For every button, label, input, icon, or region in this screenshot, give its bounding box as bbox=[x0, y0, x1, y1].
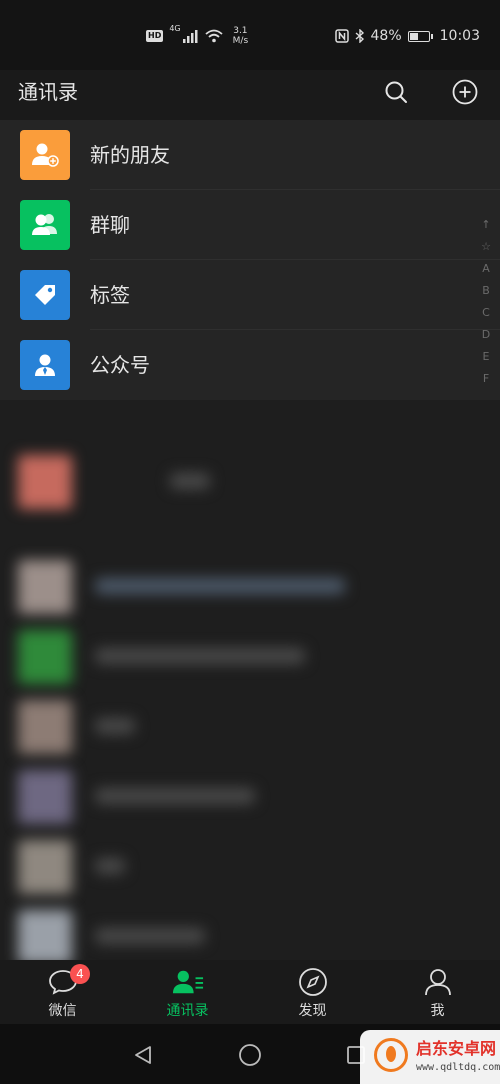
list-item-text bbox=[95, 788, 255, 804]
list-item bbox=[0, 445, 500, 515]
tab-me-icon-wrap bbox=[422, 966, 454, 998]
menu-tile-official-accounts bbox=[20, 340, 70, 390]
wifi-icon bbox=[205, 29, 223, 43]
clock: 10:03 bbox=[439, 28, 480, 44]
person-icon bbox=[425, 969, 451, 996]
menu-label-tags: 标签 bbox=[90, 283, 130, 307]
list-item-text bbox=[170, 473, 210, 489]
list-item bbox=[0, 760, 500, 830]
signal-icon bbox=[182, 29, 198, 43]
avatar bbox=[18, 455, 72, 509]
group-chat-icon bbox=[32, 214, 57, 235]
back-button[interactable] bbox=[130, 1042, 156, 1068]
list-item-text bbox=[95, 578, 345, 594]
alphabet-index-bar[interactable]: ↑ ☆ A B C D E F bbox=[478, 214, 494, 390]
avatar bbox=[18, 700, 72, 754]
header: 通讯录 bbox=[0, 70, 500, 120]
list-item bbox=[0, 620, 500, 690]
add-friend-icon bbox=[32, 143, 59, 167]
status-bar: HD 4G 3.1 M/s 48% 10:03 bbox=[0, 0, 500, 70]
tab-discover-label: 发现 bbox=[298, 1003, 327, 1019]
list-item-text bbox=[95, 718, 135, 734]
status-left: HD 4G 3.1 M/s bbox=[146, 24, 248, 48]
speed-unit: M/s bbox=[232, 36, 249, 46]
tag-icon bbox=[35, 285, 55, 305]
search-icon bbox=[385, 81, 407, 103]
speed-value: 3.1 bbox=[233, 26, 248, 36]
bluetooth-icon bbox=[355, 29, 364, 43]
tab-contacts-label: 通讯录 bbox=[166, 1003, 209, 1019]
index-letter[interactable]: A bbox=[482, 258, 490, 280]
battery-icon bbox=[407, 30, 433, 42]
menu-tile-new-friends bbox=[20, 130, 70, 180]
compass-icon bbox=[299, 968, 327, 996]
avatar bbox=[18, 840, 72, 894]
menu-label-official-accounts: 公众号 bbox=[90, 353, 150, 377]
menu-item-new-friends[interactable]: 新的朋友 bbox=[0, 120, 500, 190]
tab-me-label: 我 bbox=[430, 1003, 445, 1019]
home-circle-icon bbox=[239, 1044, 261, 1066]
avatar bbox=[18, 560, 72, 614]
add-button[interactable] bbox=[449, 76, 481, 108]
index-letter[interactable]: ↑ bbox=[481, 214, 490, 236]
list-item bbox=[0, 550, 500, 620]
unread-badge: 4 bbox=[70, 964, 90, 984]
plus-circle-icon bbox=[452, 79, 478, 105]
list-item-text bbox=[95, 858, 125, 874]
tab-me[interactable]: 我 bbox=[375, 960, 500, 1024]
list-item bbox=[0, 830, 500, 900]
list-item-text bbox=[95, 648, 305, 664]
list-item-text bbox=[95, 928, 205, 944]
official-account-icon bbox=[35, 354, 55, 376]
index-letter[interactable]: B bbox=[482, 280, 490, 302]
menu-item-tags[interactable]: 标签 bbox=[0, 260, 500, 330]
battery-fill bbox=[409, 32, 418, 40]
search-button[interactable] bbox=[380, 76, 412, 108]
watermark-name: 启东安卓网 bbox=[416, 1039, 497, 1058]
tab-discover-icon-wrap bbox=[297, 966, 329, 998]
menu-item-official-accounts[interactable]: 公众号 bbox=[0, 330, 500, 400]
tab-contacts[interactable]: 通讯录 bbox=[125, 960, 250, 1024]
battery-percent: 48% bbox=[370, 28, 402, 44]
network-type: 4G bbox=[169, 24, 181, 33]
contacts-icon bbox=[172, 970, 204, 994]
list-item bbox=[0, 900, 500, 960]
tab-discover[interactable]: 发现 bbox=[250, 960, 375, 1024]
avatar bbox=[18, 630, 72, 684]
index-letter[interactable]: D bbox=[482, 324, 490, 346]
tab-chats[interactable]: 4 微信 bbox=[0, 960, 125, 1024]
watermark: 启东安卓网 www.qdltdq.com bbox=[360, 1030, 500, 1084]
index-letter[interactable]: ☆ bbox=[481, 236, 491, 258]
watermark-logo-icon bbox=[374, 1038, 408, 1072]
menu-label-group-chats: 群聊 bbox=[90, 213, 130, 237]
menu-tile-tags bbox=[20, 270, 70, 320]
contact-list-blurred bbox=[0, 400, 500, 960]
avatar bbox=[18, 770, 72, 824]
page-title: 通讯录 bbox=[18, 80, 78, 104]
avatar bbox=[18, 910, 72, 960]
network-speed: 3.1 M/s bbox=[233, 26, 249, 46]
index-letter[interactable]: C bbox=[482, 302, 490, 324]
tab-bar: 4 微信 通讯录 发现 我 bbox=[0, 960, 500, 1024]
menu-label-new-friends: 新的朋友 bbox=[90, 143, 170, 167]
home-button[interactable] bbox=[237, 1042, 263, 1068]
index-letter[interactable]: F bbox=[483, 368, 489, 390]
status-right: 48% 10:03 bbox=[334, 24, 480, 48]
index-letter[interactable]: E bbox=[483, 346, 490, 368]
list-item bbox=[0, 690, 500, 760]
watermark-url: www.qdltdq.com bbox=[416, 1062, 500, 1073]
contacts-menu: 新的朋友 群聊 标签 公众号 bbox=[0, 120, 500, 400]
nfc-icon bbox=[334, 29, 349, 43]
tab-chats-label: 微信 bbox=[48, 1003, 77, 1019]
menu-tile-group-chats bbox=[20, 200, 70, 250]
menu-item-group-chats[interactable]: 群聊 bbox=[0, 190, 500, 260]
back-triangle-icon bbox=[135, 1046, 151, 1064]
tab-contacts-icon-wrap bbox=[172, 966, 204, 998]
hd-badge: HD bbox=[146, 30, 164, 42]
